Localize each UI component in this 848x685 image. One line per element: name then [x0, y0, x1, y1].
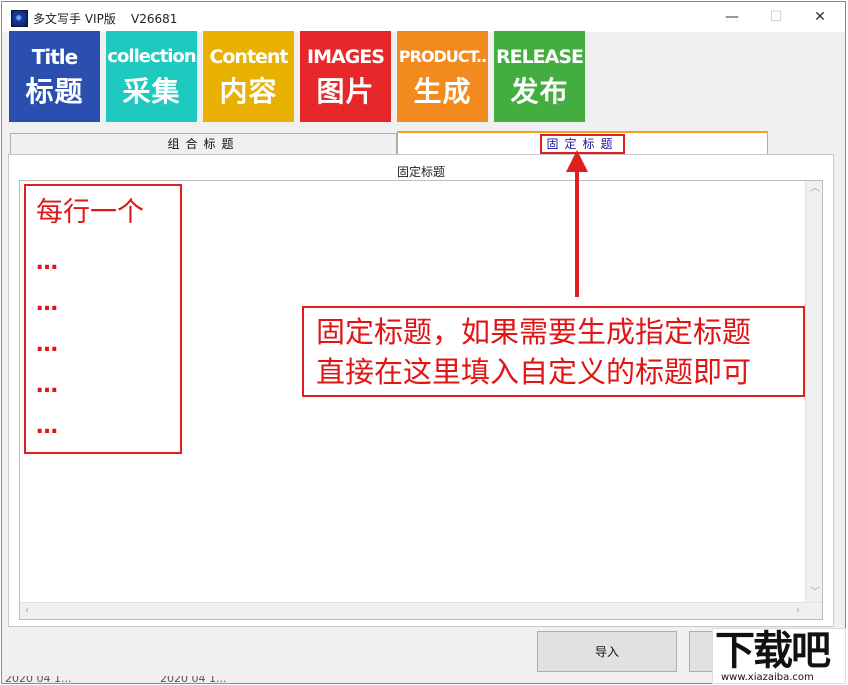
watermark-logo: 下载吧 www.xiazaiba.com — [712, 628, 846, 684]
toolbar-title-en: Title — [31, 45, 78, 69]
toolbar-content-en: Content — [209, 46, 288, 68]
close-button[interactable]: ✕ — [806, 7, 834, 27]
toolbar-release-en: RELEASE — [495, 46, 584, 68]
scroll-right-icon[interactable]: › — [796, 605, 800, 617]
scroll-up-icon[interactable]: ︿ — [810, 183, 820, 195]
toolbar-collection-en: collection — [107, 46, 196, 67]
toolbar-product-en: PRODUCT.. — [398, 47, 487, 66]
tab-combined-title[interactable]: 组合标题 — [10, 133, 397, 154]
toolbar-collection-cn: 采集 — [122, 75, 181, 108]
import-button[interactable]: 导入 — [537, 631, 677, 672]
title-bar: 多文写手 VIP版 V26681 — ☐ ✕ — [2, 2, 845, 32]
scroll-down-icon[interactable]: ﹀ — [810, 587, 820, 599]
annotation-arrow-line — [575, 160, 579, 297]
horizontal-scrollbar[interactable]: ‹ › — [20, 602, 822, 619]
minimize-button[interactable]: — — [718, 7, 746, 27]
annotation-dots: … — [36, 250, 58, 275]
toolbar-release-cn: 发布 — [510, 75, 569, 108]
annotation-tip-line1: 固定标题，如果需要生成指定标题 — [316, 315, 752, 349]
vertical-scrollbar[interactable]: ︿ ﹀ — [805, 181, 822, 619]
annotation-fixed-title-tip: 固定标题，如果需要生成指定标题 直接在这里填入自定义的标题即可 — [302, 306, 805, 397]
toolbar-product-cn: 生成 — [413, 75, 472, 108]
app-logo-icon — [11, 10, 28, 27]
toolbar-title-button[interactable]: Title 标题 — [9, 31, 100, 122]
maximize-button[interactable]: ☐ — [762, 7, 790, 27]
watermark-url-text: www.xiazaiba.com — [721, 672, 814, 683]
scroll-left-icon[interactable]: ‹ — [25, 605, 29, 617]
tab-bar: 组合标题 固定标题 — [8, 131, 842, 155]
annotation-dots: … — [36, 291, 58, 316]
annotation-dots: … — [36, 332, 58, 357]
group-label: 固定标题 — [396, 165, 445, 179]
tab-combined-title-label: 组合标题 — [167, 137, 240, 151]
annotation-tip-line2: 直接在这里填入自定义的标题即可 — [316, 355, 752, 389]
toolbar-release-button[interactable]: RELEASE 发布 — [494, 31, 585, 122]
toolbar-content-cn: 内容 — [219, 75, 278, 108]
toolbar-images-en: IMAGES — [307, 46, 385, 68]
toolbar-product-button[interactable]: PRODUCT.. 生成 — [397, 31, 488, 122]
bottom-text-mid: 2020 04 1... — [160, 676, 227, 685]
annotation-dots: … — [36, 414, 58, 439]
toolbar-images-button[interactable]: IMAGES 图片 — [300, 31, 391, 122]
annotation-each-line-title: 每行一个 — [36, 197, 144, 228]
toolbar-content-button[interactable]: Content 内容 — [203, 31, 294, 122]
toolbar-title-cn: 标题 — [25, 75, 84, 108]
bottom-text-left: 2020 04 1... — [5, 676, 72, 685]
annotation-each-line: 每行一个 … … … … … — [24, 184, 182, 454]
watermark-main-text: 下载吧 — [715, 628, 831, 674]
toolbar-collection-button[interactable]: collection 采集 — [106, 31, 197, 122]
annotation-dots: … — [36, 373, 58, 398]
window-title: 多文写手 VIP版 V26681 — [33, 12, 178, 26]
toolbar-images-cn: 图片 — [316, 75, 375, 108]
